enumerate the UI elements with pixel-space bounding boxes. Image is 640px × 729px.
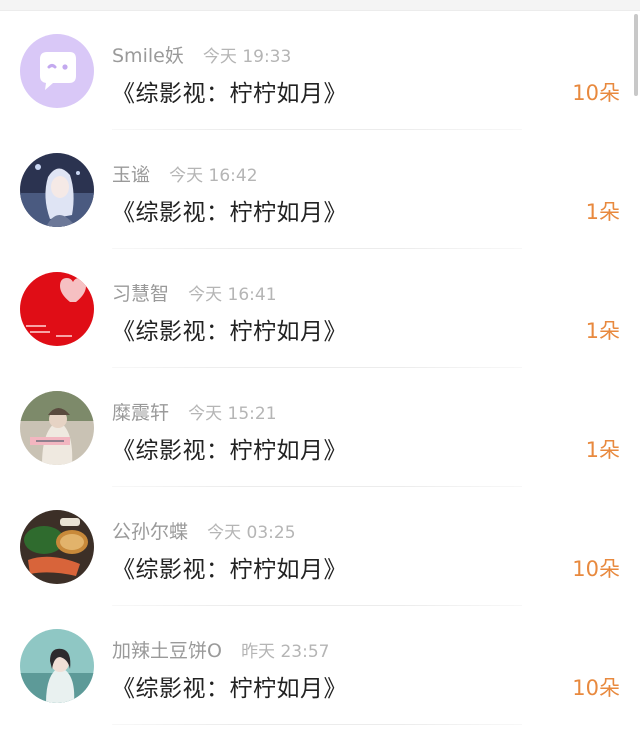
teal-portrait-avatar[interactable] — [20, 629, 94, 703]
book-title[interactable]: 《综影视：柠柠如月》 — [112, 193, 347, 227]
comment-meta: 加辣土豆饼O 昨天 23:57 — [112, 636, 330, 662]
user-name[interactable]: Smile妖 — [112, 45, 184, 67]
book-title[interactable]: 《综影视：柠柠如月》 — [112, 550, 347, 584]
book-title[interactable]: 《综影视：柠柠如月》 — [112, 74, 347, 108]
user-name[interactable]: 公孙尔蝶 — [112, 521, 188, 543]
book-title[interactable]: 《综影视：柠柠如月》 — [112, 431, 347, 465]
divider — [112, 724, 522, 725]
comment-meta: 玉谧 今天 16:42 — [112, 160, 258, 186]
red-heart-avatar[interactable] — [20, 272, 94, 346]
list-item[interactable]: 公孙尔蝶 今天 03:25 《综影视：柠柠如月》 10朵 — [0, 487, 640, 606]
user-name[interactable]: 习慧智 — [112, 283, 169, 305]
list-item[interactable]: Smile妖 今天 19:33 《综影视：柠柠如月》 10朵 — [0, 11, 640, 130]
flower-count: 1朵 — [585, 438, 620, 462]
book-title[interactable]: 《综影视：柠柠如月》 — [112, 312, 347, 346]
list-item[interactable]: 糜震轩 今天 15:21 《综影视：柠柠如月》 1朵 — [0, 368, 640, 487]
user-name[interactable]: 玉谧 — [112, 164, 150, 186]
food-avatar[interactable] — [20, 510, 94, 584]
flower-count: 10朵 — [572, 557, 620, 581]
comment-time: 今天 19:33 — [202, 47, 292, 67]
comment-meta: 糜震轩 今天 15:21 — [112, 398, 277, 424]
top-bar — [0, 0, 640, 11]
comment-meta: Smile妖 今天 19:33 — [112, 41, 292, 67]
list-item[interactable]: 玉谧 今天 16:42 《综影视：柠柠如月》 1朵 — [0, 130, 640, 249]
flower-count: 1朵 — [585, 319, 620, 343]
book-title[interactable]: 《综影视：柠柠如月》 — [112, 669, 347, 703]
comment-time: 今天 16:41 — [188, 285, 277, 305]
robot-chat-avatar[interactable] — [20, 34, 94, 108]
comment-meta: 公孙尔蝶 今天 03:25 — [112, 517, 296, 543]
comment-time: 昨天 23:57 — [241, 642, 330, 662]
user-name[interactable]: 糜震轩 — [112, 402, 169, 424]
flower-count: 10朵 — [572, 676, 620, 700]
comment-time: 今天 03:25 — [207, 523, 296, 543]
comment-time: 今天 16:42 — [169, 166, 258, 186]
gift-comment-list: Smile妖 今天 19:33 《综影视：柠柠如月》 10朵 玉谧 今天 16:… — [0, 11, 640, 725]
flower-count: 1朵 — [585, 200, 620, 224]
list-item[interactable]: 习慧智 今天 16:41 《综影视：柠柠如月》 1朵 — [0, 249, 640, 368]
list-item[interactable]: 加辣土豆饼O 昨天 23:57 《综影视：柠柠如月》 10朵 — [0, 606, 640, 725]
comment-meta: 习慧智 今天 16:41 — [112, 279, 277, 305]
user-name[interactable]: 加辣土豆饼O — [112, 640, 222, 662]
flower-count: 10朵 — [572, 81, 620, 105]
anime-girl-avatar[interactable] — [20, 153, 94, 227]
comment-time: 今天 15:21 — [188, 404, 277, 424]
photo-girl-avatar[interactable] — [20, 391, 94, 465]
